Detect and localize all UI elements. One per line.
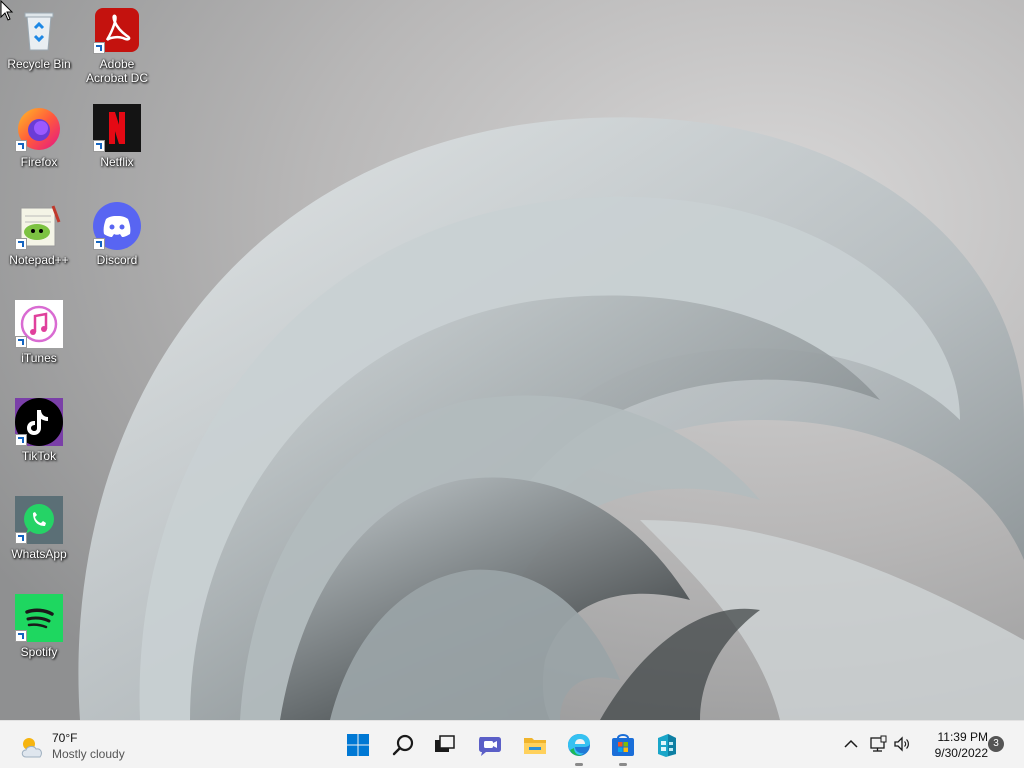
- recycle-bin-icon: [15, 6, 63, 54]
- shortcut-arrow-icon: [15, 434, 27, 446]
- network-icon[interactable]: [869, 735, 887, 753]
- task-view-icon: [435, 735, 455, 752]
- spotify-icon: [15, 594, 63, 642]
- taskbar: 70°F Mostly cloudy 11:39 PM 9/30/2022: [0, 720, 1024, 768]
- shortcut-arrow-icon: [15, 336, 27, 348]
- tiktok-icon: [15, 398, 63, 446]
- shortcut-arrow-icon: [93, 140, 105, 152]
- volume-icon[interactable]: [893, 735, 911, 753]
- desktop-icon-recycle-bin[interactable]: Recycle Bin: [0, 0, 78, 84]
- adobe-acrobat-icon: [93, 6, 141, 54]
- desktop-icon-label: TikTok: [21, 449, 57, 463]
- desktop-icon-netflix[interactable]: Netflix: [78, 98, 156, 182]
- search-button[interactable]: [387, 729, 419, 761]
- shortcut-arrow-icon: [15, 630, 27, 642]
- clock-date: 9/30/2022: [934, 746, 988, 760]
- microsoft-store-icon: [612, 734, 634, 756]
- azure-data-studio-icon: [658, 734, 676, 757]
- shortcut-arrow-icon: [15, 238, 27, 250]
- edge-button[interactable]: [563, 729, 595, 766]
- clock-time: 11:39 PM: [937, 730, 988, 744]
- weather-condition: Mostly cloudy: [52, 747, 125, 761]
- shortcut-arrow-icon: [93, 238, 105, 250]
- shortcut-arrow-icon: [15, 140, 27, 152]
- clock[interactable]: 11:39 PM 9/30/2022: [918, 729, 988, 761]
- notepad-plus-plus-icon: [15, 202, 63, 250]
- show-hidden-icons-chevron-icon[interactable]: [842, 735, 860, 753]
- file-explorer-icon: [524, 738, 546, 754]
- chat-icon: [479, 737, 501, 756]
- microsoft-store-button[interactable]: [607, 729, 639, 766]
- desktop-icon-spotify[interactable]: Spotify: [0, 588, 78, 672]
- desktop-icon-label: Spotify: [20, 645, 58, 659]
- desktop-icon-notepad-plus-plus[interactable]: Notepad++: [0, 196, 78, 280]
- discord-icon: [93, 202, 141, 250]
- desktop-icon-firefox[interactable]: Firefox: [0, 98, 78, 182]
- azure-data-studio-button[interactable]: [651, 729, 683, 761]
- netflix-icon: [93, 104, 141, 152]
- firefox-icon: [15, 104, 63, 152]
- running-indicator: [619, 763, 627, 766]
- task-view-button[interactable]: [428, 729, 460, 761]
- file-explorer-button[interactable]: [519, 729, 551, 761]
- desktop-icon-label: Recycle Bin: [7, 57, 71, 71]
- search-icon: [392, 734, 414, 756]
- desktop-icon-itunes[interactable]: iTunes: [0, 294, 78, 378]
- desktop-icon-tiktok[interactable]: TikTok: [0, 392, 78, 476]
- desktop-icon-label: WhatsApp: [11, 547, 67, 561]
- desktop-icon-label: Discord: [96, 253, 138, 267]
- start-button[interactable]: [342, 729, 374, 761]
- desktop-icon-label: Notepad++: [9, 253, 69, 267]
- shortcut-arrow-icon: [93, 42, 105, 54]
- weather-temperature: 70°F: [52, 731, 78, 745]
- desktop-icon-label: Adobe Acrobat DC: [85, 57, 149, 85]
- partly-cloudy-icon: [21, 738, 42, 758]
- shortcut-arrow-icon: [15, 532, 27, 544]
- running-indicator: [575, 763, 583, 766]
- desktop-icon-label: iTunes: [21, 351, 57, 365]
- desktop-icon-adobe-acrobat[interactable]: Adobe Acrobat DC: [78, 0, 156, 85]
- chat-button[interactable]: [474, 729, 506, 761]
- itunes-icon: [15, 300, 63, 348]
- desktop-icon-label: Firefox: [20, 155, 58, 169]
- notification-count-badge[interactable]: 3: [988, 736, 1004, 752]
- edge-icon: [568, 734, 590, 756]
- desktop-icon-discord[interactable]: Discord: [78, 196, 156, 280]
- desktop-icon-whatsapp[interactable]: WhatsApp: [0, 490, 78, 574]
- desktop-icon-label: Netflix: [100, 155, 134, 169]
- whatsapp-icon: [15, 496, 63, 544]
- windows-start-icon: [347, 734, 369, 756]
